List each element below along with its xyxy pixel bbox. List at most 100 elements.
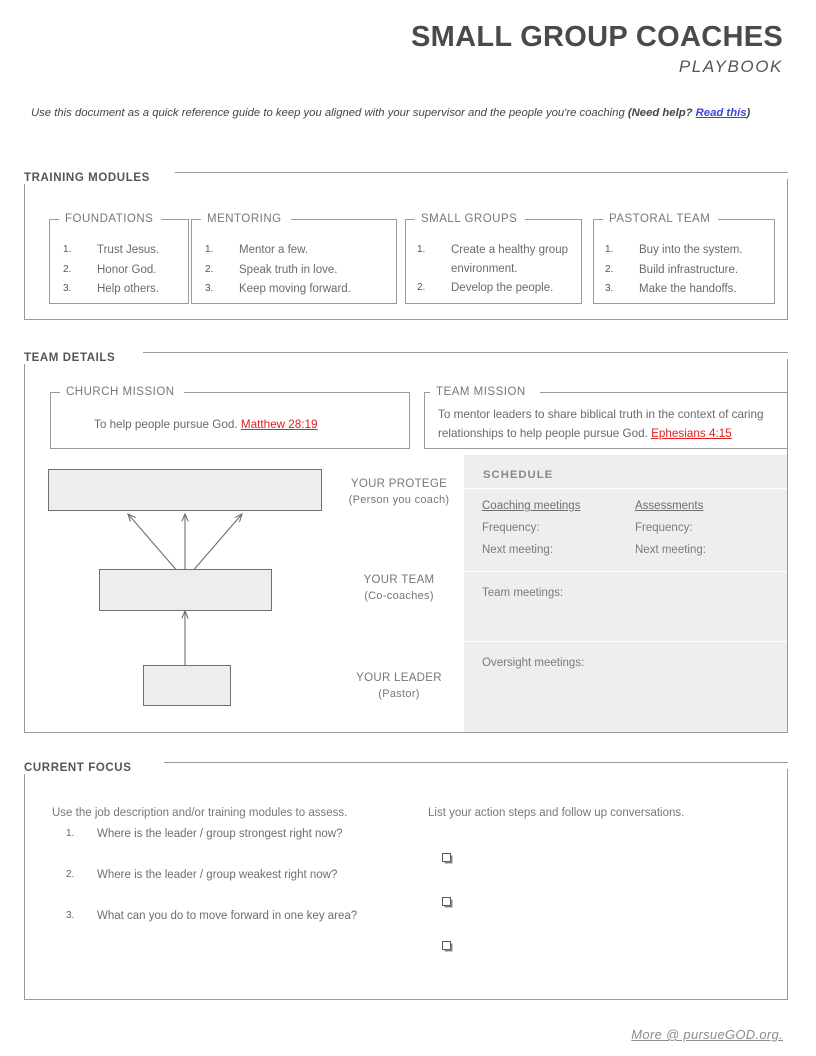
schedule-assessments-frequency: Frequency: <box>635 521 693 534</box>
schedule-divider <box>464 641 787 642</box>
module-small-groups-title: SMALL GROUPS <box>415 213 526 225</box>
list-item: 1. Trust Jesus. <box>63 241 181 260</box>
list-item-text: Trust Jesus. <box>97 244 160 256</box>
current-focus-frame-stub <box>24 769 25 1000</box>
section-training-modules: TRAINING MODULES FOUNDATIONS 1. Trust Je… <box>24 172 788 320</box>
list-item: 2. Build infrastructure. <box>605 261 767 280</box>
org-chart-box-protege[interactable] <box>48 469 322 511</box>
list-item: 2. Where is the leader / group weakest r… <box>66 869 436 881</box>
list-item-text: Help others. <box>97 283 160 296</box>
read-this-link[interactable]: Read this <box>696 107 747 119</box>
list-item: 3. Keep moving forward. <box>205 280 389 299</box>
schedule-coaching-frequency: Frequency: <box>482 521 540 534</box>
list-item: 3. What can you do to move forward in on… <box>66 910 436 922</box>
question-text: Where is the leader / group weakest righ… <box>97 869 338 881</box>
intro-help-open: (Need help? <box>627 107 696 119</box>
current-focus-questions: 1. Where is the leader / group strongest… <box>66 828 436 951</box>
training-modules-frame-stub <box>24 179 25 320</box>
intro-help-close: ) <box>746 107 751 119</box>
page-title: SMALL GROUP COACHES <box>411 21 783 53</box>
list-item: 1. Where is the leader / group strongest… <box>66 828 436 840</box>
module-pastoral-team: PASTORAL TEAM 1. Buy into the system. 2.… <box>593 213 775 304</box>
org-chart-label-protege-sub: (Person you coach) <box>348 493 450 506</box>
list-item-text: Honor God. <box>97 263 157 276</box>
org-chart-label-protege-title: YOUR PROTEGE <box>350 478 448 490</box>
section-team-details: TEAM DETAILS CHURCH MISSION To help peop… <box>24 352 788 733</box>
list-item: 2. Speak truth in love. <box>205 261 389 280</box>
list-item-text: Keep moving forward. <box>239 283 351 296</box>
org-chart-label-leader-sub: (Pastor) <box>378 687 420 700</box>
action-step-checkbox[interactable] <box>442 897 451 906</box>
list-item-text: Create a healthy group environment. <box>451 244 568 275</box>
question-number: 1. <box>66 828 75 839</box>
church-mission-title: CHURCH MISSION <box>60 386 183 398</box>
list-item-number: 2. <box>205 263 214 275</box>
list-item-number: 2. <box>605 263 614 275</box>
schedule-team-meetings: Team meetings: <box>482 587 564 599</box>
module-small-groups-list: 1. Create a healthy group environment. 2… <box>417 241 574 299</box>
current-focus-left-intro: Use the job description and/or training … <box>52 807 348 819</box>
module-foundations-title: FOUNDATIONS <box>59 213 162 225</box>
action-step-checkbox[interactable] <box>442 853 451 862</box>
list-item-number: 1. <box>63 244 72 255</box>
church-mission-box: CHURCH MISSION To help people pursue God… <box>50 386 410 449</box>
intro-lead-text: Use this document as a quick reference g… <box>31 107 628 119</box>
module-mentoring-title: MENTORING <box>201 213 290 225</box>
intro-paragraph: Use this document as a quick reference g… <box>31 104 773 124</box>
schedule-assessments-heading[interactable]: Assessments <box>635 496 703 518</box>
schedule-column-coaching: Coaching meetings Frequency: Next meetin… <box>482 496 580 562</box>
action-step-checkbox[interactable] <box>442 941 451 950</box>
org-chart-box-leader[interactable] <box>143 665 231 706</box>
list-item-text: Build infrastructure. <box>639 263 739 276</box>
church-mission-text: To help people pursue God. Matthew 28:19 <box>94 416 400 435</box>
list-item-text: Make the handoffs. <box>639 283 737 296</box>
current-focus-right-intro: List your action steps and follow up con… <box>428 807 685 819</box>
page-subtitle: PLAYBOOK <box>678 57 783 77</box>
training-modules-label: TRAINING MODULES <box>24 172 159 184</box>
org-chart: YOUR PROTEGE (Person you coach) YOUR TEA… <box>24 452 464 732</box>
question-number: 2. <box>66 869 75 880</box>
list-item-number: 3. <box>205 283 214 295</box>
schedule-column-assessments: Assessments Frequency: Next meeting: <box>635 496 706 562</box>
question-number: 3. <box>66 910 75 921</box>
schedule-title: SCHEDULE <box>483 469 554 481</box>
org-chart-label-protege: YOUR PROTEGE (Person you coach) <box>334 476 464 509</box>
current-focus-label: CURRENT FOCUS <box>24 762 141 774</box>
org-chart-label-team: YOUR TEAM (Co-coaches) <box>334 572 464 605</box>
list-item: 1. Create a healthy group environment. <box>417 241 574 278</box>
document-header: SMALL GROUP COACHES PLAYBOOK <box>411 22 783 77</box>
list-item-text: Mentor a few. <box>239 244 309 256</box>
team-details-label: TEAM DETAILS <box>24 352 125 364</box>
list-item: 2. Develop the people. <box>417 279 574 298</box>
list-item: 1. Buy into the system. <box>605 241 767 260</box>
list-item-number: 1. <box>605 244 614 255</box>
module-foundations: FOUNDATIONS 1. Trust Jesus. 2. Honor God… <box>49 213 189 304</box>
list-item-number: 2. <box>417 282 426 294</box>
module-small-groups: SMALL GROUPS 1. Create a healthy group e… <box>405 213 582 304</box>
org-chart-label-leader-title: YOUR LEADER <box>356 672 442 684</box>
org-chart-label-team-sub: (Co-coaches) <box>364 589 434 602</box>
question-text: What can you do to move forward in one k… <box>97 910 358 922</box>
schedule-coaching-next-meeting: Next meeting: <box>482 543 553 556</box>
list-item-number: 3. <box>63 283 72 295</box>
list-item: 1. Mentor a few. <box>205 241 389 260</box>
document-page: SMALL GROUP COACHES PLAYBOOK Use this do… <box>0 0 816 1056</box>
list-item-number: 3. <box>605 283 614 295</box>
team-mission-title: TEAM MISSION <box>430 386 534 398</box>
section-current-focus: CURRENT FOCUS Use the job description an… <box>24 762 788 1000</box>
schedule-divider <box>464 571 787 572</box>
list-item: 2. Honor God. <box>63 261 181 280</box>
schedule-panel: SCHEDULE Coaching meetings Frequency: Ne… <box>464 455 787 732</box>
list-item-text: Buy into the system. <box>639 244 743 256</box>
schedule-coaching-heading[interactable]: Coaching meetings <box>482 496 580 518</box>
question-text: Where is the leader / group strongest ri… <box>97 828 343 840</box>
list-item-number: 1. <box>417 244 426 255</box>
footer-link[interactable]: More @ pursueGOD.org. <box>631 1027 783 1042</box>
schedule-oversight-meetings: Oversight meetings: <box>482 657 585 669</box>
church-mission-scripture-link[interactable]: Matthew 28:19 <box>241 418 318 431</box>
training-modules-frame-top <box>175 172 788 173</box>
org-chart-label-leader: YOUR LEADER (Pastor) <box>334 670 464 703</box>
org-chart-box-team[interactable] <box>99 569 272 611</box>
team-mission-scripture-link[interactable]: Ephesians 4:15 <box>651 427 732 440</box>
list-item: 3. Make the handoffs. <box>605 280 767 299</box>
